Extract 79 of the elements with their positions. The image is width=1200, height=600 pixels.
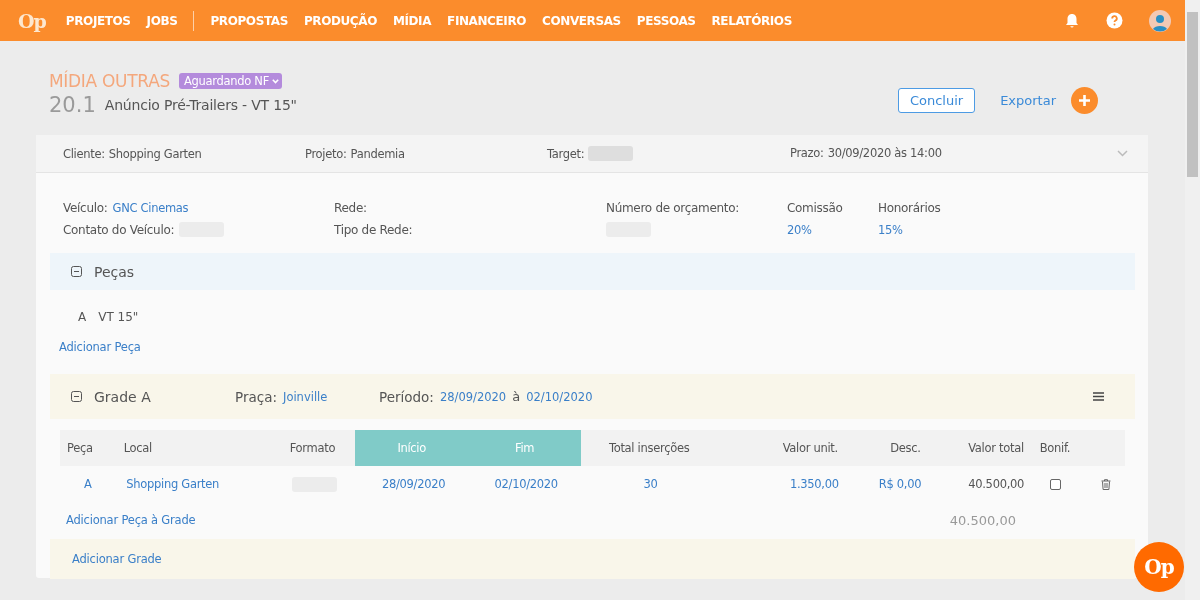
field-label: Tipo de Rede:	[334, 222, 413, 237]
scrollbar[interactable]	[1185, 0, 1200, 600]
nav-link[interactable]: PRODUÇÃO	[303, 13, 377, 28]
field-value: Pandemia	[350, 146, 405, 161]
nav-link[interactable]: PESSOAS	[636, 13, 696, 28]
nav-link[interactable]: PROJETOS	[65, 13, 131, 28]
field-label: Veículo:	[63, 200, 108, 215]
nav-link[interactable]: MÍDIA	[392, 13, 432, 28]
field-label: Número de orçamento:	[606, 200, 740, 215]
separator-text: à	[512, 389, 521, 404]
plus-icon[interactable]	[1079, 95, 1090, 106]
notifications-icon[interactable]	[1064, 12, 1080, 29]
export-link[interactable]: Exportar	[1000, 93, 1056, 108]
column-header: Formato	[288, 440, 337, 457]
field-label: Contato do Veículo:	[63, 222, 175, 237]
caret-icon[interactable]	[271, 78, 279, 84]
collapse-icon[interactable]	[71, 266, 82, 277]
field-label: Prazo:	[790, 146, 824, 160]
field-label: Projeto:	[305, 146, 347, 161]
status-dropdown[interactable]: Aguardando NF	[179, 73, 282, 89]
field-label: Cliente:	[63, 146, 105, 161]
add-piece-to-grid-link[interactable]: Adicionar Peça à Grade	[66, 513, 196, 527]
add-grid-link[interactable]: Adicionar Grade	[72, 552, 162, 566]
help-icon[interactable]	[1106, 12, 1123, 29]
table-cell[interactable]: 02/10/2020	[494, 477, 558, 491]
commission-link[interactable]: 20%	[787, 222, 812, 237]
field-label: Honorários	[878, 200, 941, 215]
field-label: Comissão	[787, 200, 843, 215]
chevron-down-icon[interactable]	[1117, 150, 1128, 157]
column-header: Início	[355, 430, 469, 466]
fees-link[interactable]: 15%	[878, 222, 903, 237]
field-label: Rede:	[334, 200, 367, 215]
item-title: Anúncio Pré-Trailers - VT 15"	[104, 97, 297, 113]
menu-icon[interactable]	[1093, 392, 1104, 401]
column-header: Valor total	[967, 440, 1024, 457]
section-title: Grade A	[94, 388, 152, 405]
table-cell[interactable]: 28/09/2020	[381, 477, 446, 491]
item-number: 20.1	[49, 93, 96, 117]
nav-link[interactable]: FINANCEIRO	[447, 13, 527, 28]
table-cell[interactable]: R$ 0,00	[878, 477, 922, 491]
nav-link[interactable]: RELATÓRIOS	[711, 13, 792, 28]
field-value: Shopping Garten	[108, 146, 202, 161]
column-header: Local	[122, 440, 153, 457]
date-link[interactable]: 02/10/2020	[526, 389, 593, 404]
city-link[interactable]: Joinville	[283, 389, 328, 404]
column-header: Fim	[468, 430, 581, 466]
field-label: Período:	[379, 388, 434, 405]
column-header: Peça	[66, 440, 94, 457]
nav-link[interactable]: JOBS	[146, 10, 195, 31]
piece-name: VT 15"	[98, 310, 139, 326]
field-value: 30/09/2020 às 14:00	[827, 146, 942, 160]
category-title: MÍDIA OUTRAS	[49, 71, 170, 91]
chat-button[interactable]: Op	[1134, 542, 1184, 592]
nav-link[interactable]: PROPOSTAS	[210, 13, 288, 28]
nav-link[interactable]: CONVERSAS	[542, 13, 621, 28]
collapse-icon[interactable]	[71, 391, 82, 402]
column-header: Desc.	[889, 440, 921, 457]
trash-icon[interactable]	[1100, 478, 1111, 490]
table-cell[interactable]: 30	[643, 477, 658, 491]
table-cell[interactable]: A	[83, 477, 92, 491]
piece-letter: A	[78, 310, 87, 326]
date-link[interactable]: 28/09/2020	[439, 389, 507, 404]
table-cell[interactable]: Shopping Garten	[126, 477, 220, 491]
field-label: Target:	[547, 146, 585, 161]
checkbox[interactable]	[1049, 478, 1061, 490]
column-header: Bonif.	[1038, 440, 1072, 457]
avatar-icon[interactable]	[1149, 9, 1171, 32]
column-header: Total inserções	[607, 440, 691, 457]
add-piece-link[interactable]: Adicionar Peça	[50, 328, 141, 374]
column-header: Valor unit.	[781, 440, 838, 457]
table-cell: 40.500,00	[968, 477, 1025, 491]
field-label: Praça:	[235, 388, 277, 405]
scrollbar-thumb[interactable]	[1187, 12, 1198, 177]
table-cell[interactable]: 1.350,00	[789, 477, 839, 491]
grid-total: 40.500,00	[949, 512, 1016, 528]
conclude-button[interactable]: Concluir	[897, 88, 976, 113]
section-title: Peças	[94, 263, 135, 280]
vehicle-link[interactable]: GNC Cinemas	[112, 200, 189, 215]
add-button[interactable]	[1071, 87, 1098, 114]
